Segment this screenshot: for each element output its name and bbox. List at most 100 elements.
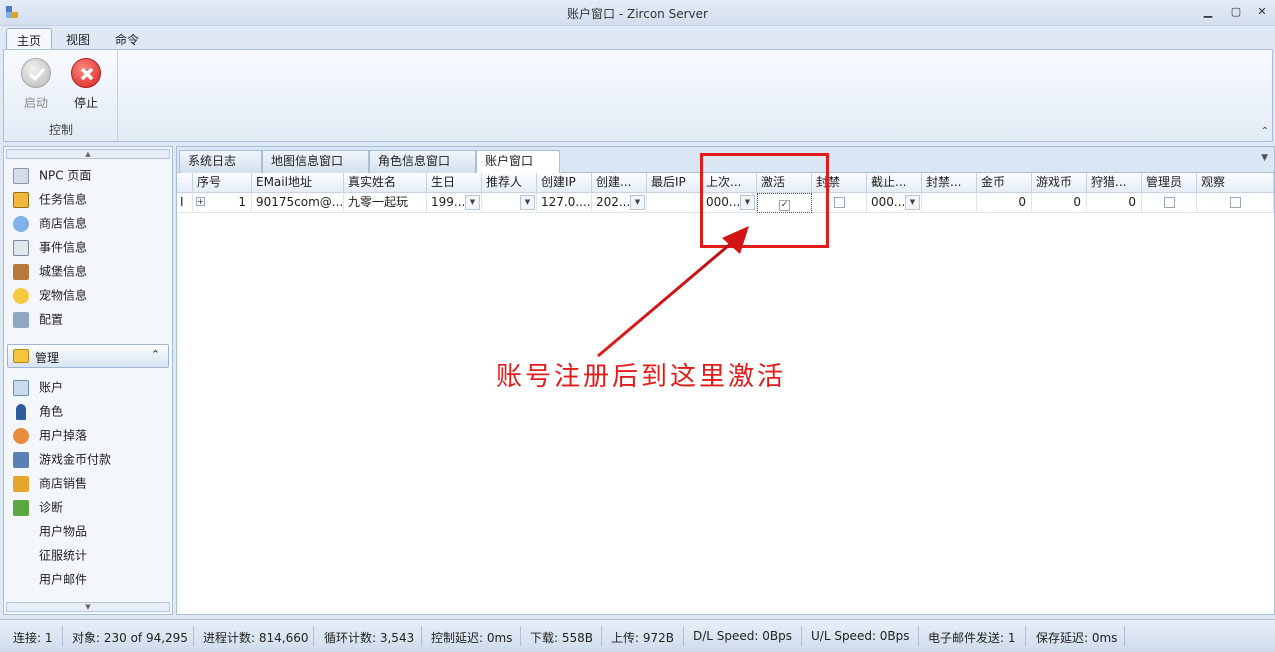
column-header[interactable]: 截止... xyxy=(867,173,922,193)
person-icon xyxy=(16,403,26,420)
annotation-text: 账号注册后到这里激活 xyxy=(496,362,787,392)
page-icon xyxy=(13,167,29,184)
tab-command[interactable]: 命令 xyxy=(105,28,149,50)
status-process-count: 进程计数: 814,660 xyxy=(203,631,309,645)
cell-game-gold[interactable]: 0 xyxy=(1032,193,1087,213)
cell-last-ip[interactable] xyxy=(647,193,702,213)
column-header[interactable]: 金币 xyxy=(977,173,1032,193)
manage-group-header[interactable]: 管理 ⌃ xyxy=(7,344,169,368)
start-button[interactable]: 启动 xyxy=(14,56,58,112)
left-nav: ▲ NPC 页面 任务信息 商店信息 事件信息 城堡信息 宠物信息 配置 管理 … xyxy=(3,146,173,615)
tab-map-info[interactable]: 地图信息窗口 xyxy=(262,150,369,173)
status-objects: 对象: 230 of 94,295 xyxy=(72,631,188,645)
cell-index[interactable]: + 1 xyxy=(193,193,252,213)
dropdown-icon[interactable]: ▼ xyxy=(465,195,480,210)
tab-view[interactable]: 视图 xyxy=(56,28,100,50)
row-indicator: I xyxy=(177,193,193,213)
nav-scroll-up-icon[interactable]: ▲ xyxy=(6,149,170,159)
cell-observer[interactable] xyxy=(1197,193,1274,213)
dropdown-icon[interactable]: ▼ xyxy=(520,195,535,210)
ribbon-panel: 启动 停止 控制 ⌃ xyxy=(3,49,1273,142)
observer-checkbox[interactable] xyxy=(1229,197,1241,208)
nav-item-castle[interactable]: 城堡信息 xyxy=(13,261,87,281)
drop-icon xyxy=(13,427,29,444)
nav-item-event[interactable]: 事件信息 xyxy=(13,237,87,257)
tab-home[interactable]: 主页 xyxy=(6,28,53,50)
maximize-icon[interactable]: ▢ xyxy=(1223,3,1249,21)
star-icon xyxy=(13,215,29,232)
nav-item-shop[interactable]: 商店信息 xyxy=(13,213,87,233)
column-header[interactable]: 推荐人 xyxy=(482,173,537,193)
tab-account-window[interactable]: 账户窗口✕ xyxy=(476,150,560,189)
column-header[interactable]: 序号 xyxy=(193,173,252,193)
pet-icon xyxy=(13,287,29,304)
column-header[interactable]: EMail地址 xyxy=(252,173,344,193)
column-header[interactable]: 狩猎... xyxy=(1087,173,1142,193)
column-header[interactable]: 观察 xyxy=(1197,173,1274,193)
folder-icon xyxy=(13,349,29,363)
check-icon xyxy=(21,58,51,88)
cell-real-name[interactable]: 九零一起玩 xyxy=(344,193,427,213)
stop-label: 停止 xyxy=(73,96,98,110)
cell-create-date[interactable]: 202... ▼ xyxy=(592,193,647,213)
cell-referrer[interactable]: ▼ xyxy=(482,193,537,213)
nav-item-store-sales[interactable]: 商店销售 xyxy=(13,473,87,493)
tabs-dropdown-icon[interactable]: ▼ xyxy=(1261,153,1268,163)
dropdown-icon[interactable]: ▼ xyxy=(630,195,645,210)
cell-ban-reason[interactable] xyxy=(922,193,977,213)
nav-item-diagnostics[interactable]: 诊断 xyxy=(13,497,63,517)
chevron-up-icon[interactable]: ⌃ xyxy=(151,348,160,361)
expand-icon[interactable]: + xyxy=(196,197,205,206)
cell-birthday[interactable]: 199... ▼ xyxy=(427,193,482,213)
close-icon[interactable]: ✕ xyxy=(1249,3,1275,21)
ribbon-tabs: 主页 视图 命令 xyxy=(0,27,1275,50)
quest-icon xyxy=(13,191,29,208)
status-connections: 连接: 1 xyxy=(13,631,53,645)
nav-item-character[interactable]: 角色 xyxy=(13,401,63,421)
control-group: 启动 停止 控制 xyxy=(4,50,118,141)
collapse-ribbon-icon[interactable]: ⌃ xyxy=(1261,126,1269,137)
nav-item-user-items[interactable]: 用户物品 xyxy=(39,521,87,541)
cell-hunt-gold[interactable]: 0 xyxy=(1087,193,1142,213)
status-ul-speed: U/L Speed: 0Bps xyxy=(811,629,910,643)
column-header[interactable]: 创建... xyxy=(592,173,647,193)
nav-item-quest[interactable]: 任务信息 xyxy=(13,189,87,209)
nav-item-user-drop[interactable]: 用户掉落 xyxy=(13,425,87,445)
nav-item-conquest-stats[interactable]: 征服统计 xyxy=(39,545,87,565)
column-header[interactable]: 创建IP xyxy=(537,173,592,193)
nav-scroll-down-icon[interactable]: ▼ xyxy=(6,602,170,612)
account-icon xyxy=(13,379,29,396)
nav-item-gold-payment[interactable]: 游戏金币付款 xyxy=(13,449,111,469)
admin-checkbox[interactable] xyxy=(1163,197,1175,208)
minimize-icon[interactable]: ▁ xyxy=(1195,3,1221,21)
nav-item-npc[interactable]: NPC 页面 xyxy=(13,165,91,185)
status-download: 下载: 558B xyxy=(530,631,593,645)
nav-item-pet[interactable]: 宠物信息 xyxy=(13,285,87,305)
castle-icon xyxy=(13,263,29,280)
banned-checkbox[interactable] xyxy=(833,197,845,208)
cell-create-ip[interactable]: 127.0.... xyxy=(537,193,592,213)
column-header[interactable]: 生日 xyxy=(427,173,482,193)
payment-icon xyxy=(13,451,29,468)
stop-button[interactable]: 停止 xyxy=(64,56,108,112)
nav-item-config[interactable]: 配置 xyxy=(13,309,63,329)
dropdown-icon[interactable]: ▼ xyxy=(905,195,920,210)
column-header[interactable]: 封禁... xyxy=(922,173,977,193)
cell-gold[interactable]: 0 xyxy=(977,193,1032,213)
cell-email[interactable]: 90175com@... xyxy=(252,193,344,213)
status-dl-speed: D/L Speed: 0Bps xyxy=(693,629,792,643)
column-header[interactable]: 游戏币 xyxy=(1032,173,1087,193)
window-title: 账户窗口 - Zircon Server xyxy=(567,7,708,21)
cell-ban-until[interactable]: 000... ▼ xyxy=(867,193,922,213)
column-header[interactable]: 管理员 xyxy=(1142,173,1197,193)
nav-item-user-mail[interactable]: 用户邮件 xyxy=(39,569,87,589)
status-loop-count: 循环计数: 3,543 xyxy=(324,631,415,645)
column-header[interactable]: 真实姓名 xyxy=(344,173,427,193)
tab-system-log[interactable]: 系统日志 xyxy=(179,150,262,173)
tab-character-info[interactable]: 角色信息窗口 xyxy=(369,150,476,173)
cell-admin[interactable] xyxy=(1142,193,1197,213)
box-icon xyxy=(13,475,29,492)
nav-item-account[interactable]: 账户 xyxy=(13,377,63,397)
status-bar: 连接: 1 对象: 230 of 94,295 进程计数: 814,660 循环… xyxy=(0,619,1275,652)
column-header[interactable]: 最后IP xyxy=(647,173,702,193)
